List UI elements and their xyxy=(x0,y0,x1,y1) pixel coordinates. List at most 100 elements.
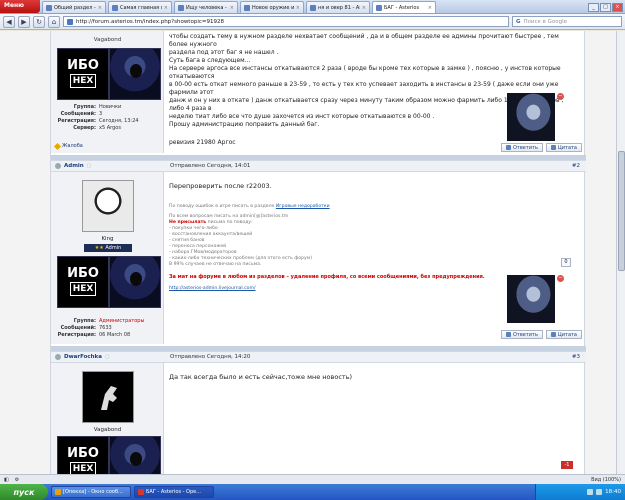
signature-image xyxy=(507,93,555,141)
avatar xyxy=(82,180,134,232)
taskbar-item-active[interactable]: БАГ - Asterios - Ope... xyxy=(134,486,214,498)
avatar xyxy=(82,371,134,423)
post-number[interactable]: #3 xyxy=(572,354,586,360)
page-viewport: Vagabond ИБО HEX Группа: Новички Сообщени… xyxy=(0,31,625,474)
page-favicon-icon xyxy=(46,4,52,11)
post-number[interactable]: #2 xyxy=(572,163,586,169)
post-author-panel: Vagabond ИБО HEX Группа: Новички Сообщени… xyxy=(51,31,164,153)
rank-image-ibo-hex: ИБО HEX xyxy=(57,436,109,474)
browser-tab[interactable]: Самая главная стра...× xyxy=(108,1,172,13)
opera-icon xyxy=(138,489,144,495)
search-placeholder: Поиск в Google xyxy=(523,18,568,25)
reply-icon xyxy=(506,332,511,337)
post-message: Перепроверить после r22003. xyxy=(169,182,272,190)
close-tab-icon[interactable]: × xyxy=(98,5,102,11)
close-tab-icon[interactable]: × xyxy=(164,5,168,11)
forum-post: Vagabond ИБО HEX Группа: Новички Сообщени… xyxy=(51,31,586,153)
reply-button[interactable]: Ответить xyxy=(501,143,543,152)
browser-tab[interactable]: Новое оружие и бро...× xyxy=(240,1,304,13)
post-rating-badge[interactable]: -1 xyxy=(561,461,573,469)
address-bar[interactable]: http://forum.asterios.tm/index.php?showt… xyxy=(63,16,509,27)
quote-button[interactable]: Цитата xyxy=(545,330,582,339)
user-info-row: Сервер: x5 Argos xyxy=(73,125,121,131)
close-tab-icon[interactable]: × xyxy=(230,5,234,11)
faq-link[interactable]: Игровые недоработки xyxy=(276,204,330,209)
chat-window-icon xyxy=(55,489,61,495)
zoom-level[interactable]: Вид (100%) xyxy=(591,477,621,483)
user-info-row: Регистрация: Сегодня, 13:24 xyxy=(57,118,139,124)
maximize-icon[interactable]: □ xyxy=(600,2,611,12)
quote-icon xyxy=(550,332,556,337)
post-author-panel: King ★★ Admin ИБО HEX Группа: Администрат… xyxy=(51,172,164,344)
report-link[interactable]: Жалоба xyxy=(53,142,83,150)
group-badge: ★★ Admin xyxy=(84,244,132,252)
post-header: DwarFochka ◌ Отправлено Сегодня, 14:20 #3 xyxy=(51,351,586,363)
horse-logo-icon xyxy=(101,386,117,410)
volume-icon[interactable] xyxy=(596,489,603,495)
post-header: Admin ◌ Отправлено Сегодня, 14:01 #2 xyxy=(51,160,586,172)
rank-image-ibo-hex: ИБО HEX xyxy=(57,48,109,100)
start-button[interactable]: пуск xyxy=(0,484,48,500)
home-icon[interactable]: ⌂ xyxy=(48,15,60,28)
scrollbar-thumb[interactable] xyxy=(618,151,625,271)
quote-button[interactable]: Цитата xyxy=(545,143,582,152)
forward-icon[interactable]: ▶ xyxy=(18,15,30,28)
post-author[interactable]: DwarFochka xyxy=(64,354,102,360)
post-counter: 0 xyxy=(561,258,571,267)
page-favicon-icon xyxy=(244,4,250,11)
post-actions: Ответить Цитата xyxy=(501,143,582,152)
avatar-caption: King xyxy=(101,236,114,242)
browser-tab[interactable]: Ищу человека - Ast...× xyxy=(174,1,238,13)
rank-image-ibo-hex: ИБО HEX xyxy=(57,256,109,308)
search-input[interactable]: G Поиск в Google xyxy=(512,16,622,27)
back-icon[interactable]: ◀ xyxy=(3,15,15,28)
close-window-icon[interactable]: × xyxy=(612,2,623,12)
page-scrollbar[interactable] xyxy=(616,31,625,474)
network-icon[interactable] xyxy=(587,489,594,495)
post-date: Отправлено Сегодня, 14:20 xyxy=(170,354,251,360)
post-author[interactable]: Admin xyxy=(64,163,84,169)
page-favicon-icon xyxy=(376,4,382,11)
browser-tab[interactable]: Общий раздел - Ast...× xyxy=(42,1,106,13)
user-info-row: Регистрация: 06 March 08 xyxy=(57,332,131,338)
forum-post: DwarFochka ◌ Отправлено Сегодня, 14:20 #3… xyxy=(51,351,586,474)
system-tray: 18:40 xyxy=(535,484,625,500)
browser-tab-active[interactable]: БАГ - Asterios × xyxy=(372,1,436,13)
clock: 18:40 xyxy=(605,489,621,495)
post-author-panel: Vagabond ИБО HEX xyxy=(51,363,164,474)
reply-icon xyxy=(506,145,511,150)
user-icon xyxy=(55,163,61,169)
reply-button[interactable]: Ответить xyxy=(501,330,543,339)
close-tab-icon[interactable]: × xyxy=(428,5,432,11)
turbo-icon[interactable]: ⚙ xyxy=(15,477,19,483)
user-title: Vagabond xyxy=(93,37,122,43)
user-info-row: Группа: Администраторы xyxy=(73,318,145,324)
quote-icon xyxy=(550,145,556,150)
rank-image-hooded xyxy=(109,436,161,474)
user-info-row: Сообщений: 3 xyxy=(60,111,103,117)
online-status-icon: ◌ xyxy=(86,163,92,169)
browser-tab[interactable]: ня и овер 81 - Asterios× xyxy=(306,1,370,13)
online-status-icon: ◌ xyxy=(104,354,110,360)
browser-status-bar: ◧ ⚙ Вид (100%) xyxy=(0,474,625,484)
reload-icon[interactable]: ↻ xyxy=(33,15,45,28)
remove-icon[interactable]: − xyxy=(557,275,564,282)
rank-image-hooded xyxy=(109,256,161,308)
taskbar-item[interactable]: [Опекха] - Окно сооб... xyxy=(51,486,131,498)
window-controls: _ □ × xyxy=(588,1,625,13)
panel-toggle-icon[interactable]: ◧ xyxy=(4,477,9,483)
close-tab-icon[interactable]: × xyxy=(362,5,366,11)
forum-content: Vagabond ИБО HEX Группа: Новички Сообщени… xyxy=(50,31,586,474)
browser-nav-bar: ◀ ▶ ↻ ⌂ http://forum.asterios.tm/index.p… xyxy=(0,14,625,30)
site-icon xyxy=(67,18,73,25)
google-icon: G xyxy=(516,18,521,25)
warning-icon xyxy=(53,142,62,150)
url-text: http://forum.asterios.tm/index.php?showt… xyxy=(76,18,224,25)
post-date: Отправлено Сегодня, 14:01 xyxy=(170,163,251,169)
remove-icon[interactable]: − xyxy=(557,93,564,100)
close-tab-icon[interactable]: × xyxy=(296,5,300,11)
opera-menu-button[interactable]: Меню xyxy=(0,0,40,13)
forum-post: Admin ◌ Отправлено Сегодня, 14:01 #2 King… xyxy=(51,160,586,344)
signature-image xyxy=(507,275,555,323)
minimize-icon[interactable]: _ xyxy=(588,2,599,12)
